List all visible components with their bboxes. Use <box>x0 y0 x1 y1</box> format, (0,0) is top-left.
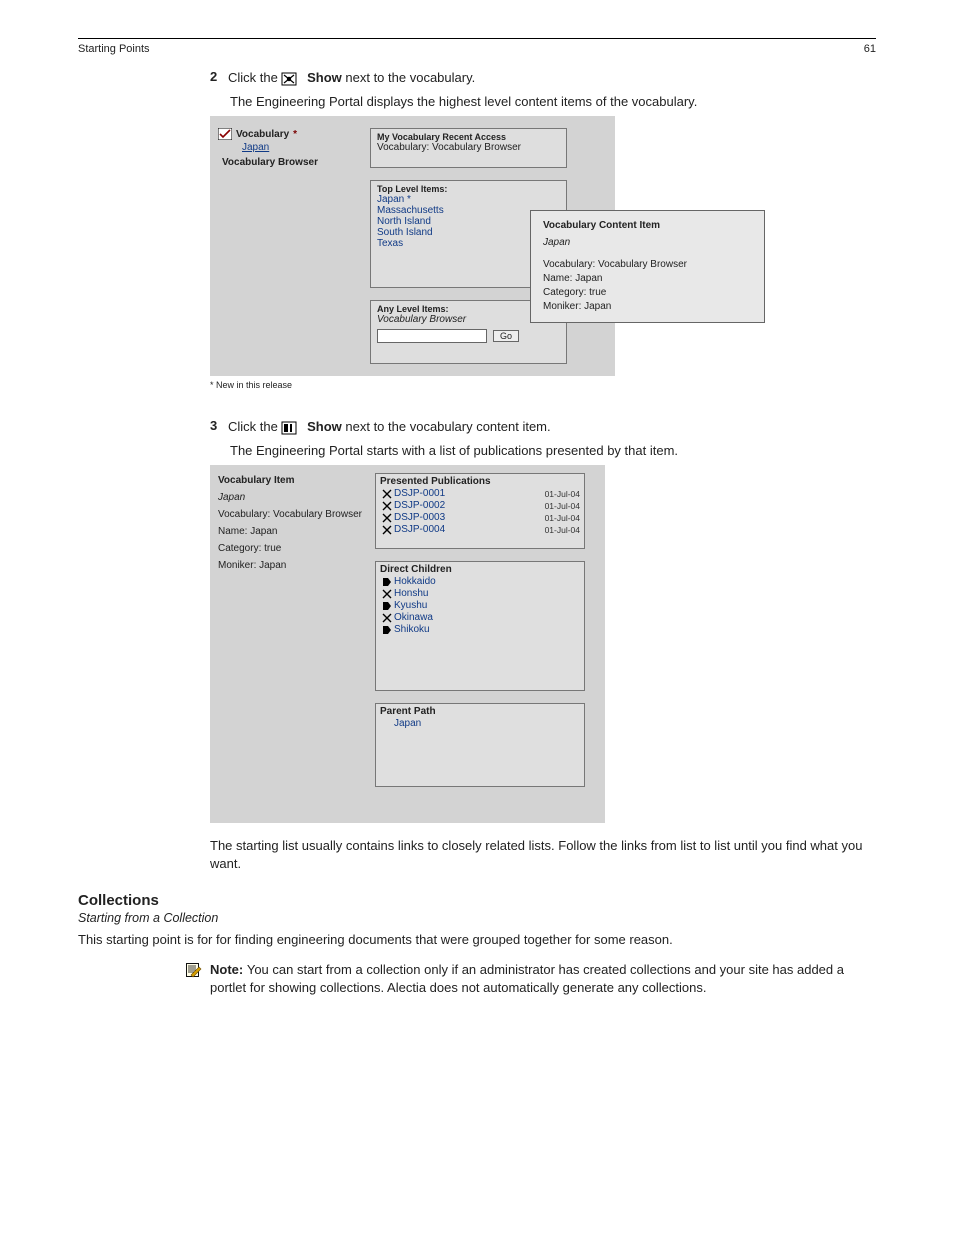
table-row[interactable]: DSJP-000401-Jul-04 <box>380 524 580 535</box>
panel-line: Vocabulary: Vocabulary Browser <box>377 142 560 153</box>
note-row: Note: You can start from a collection on… <box>78 961 876 997</box>
section-title: Collections <box>78 892 876 909</box>
popup-line: Category: true <box>543 286 752 300</box>
direct-children-portlet: Direct Children Hokkaido Honshu Kyushu O… <box>375 561 585 691</box>
list-item[interactable]: Japan <box>238 142 350 153</box>
table-row[interactable]: Shikoku <box>380 624 580 635</box>
fig2-left-line: Moniker: Japan <box>218 560 368 571</box>
popup-line: Vocabulary: Vocabulary Browser <box>543 258 752 272</box>
fig2-left-title: Vocabulary Item <box>218 475 295 486</box>
tag-icon <box>380 625 394 635</box>
table-row[interactable]: DSJP-000301-Jul-04 <box>380 512 580 523</box>
fig1-left-column: Vocabulary * Japan Vocabulary Browser <box>210 116 350 170</box>
show-word: Show <box>307 419 342 434</box>
step-number: 2 <box>210 69 228 84</box>
popup-line: Name: Japan <box>543 272 752 286</box>
fig2-left-line: Name: Japan <box>218 526 368 537</box>
show-icon <box>281 72 303 86</box>
japan-link[interactable]: Japan <box>242 142 269 153</box>
header-left: Starting Points <box>78 43 150 55</box>
note-text: Note: You can start from a collection on… <box>210 961 876 997</box>
go-button[interactable]: Go <box>493 330 519 342</box>
show-word: Show <box>307 70 342 85</box>
x-icon <box>380 489 394 499</box>
list-item: Vocabulary * <box>218 128 350 140</box>
header-row: Starting Points 61 <box>78 43 876 55</box>
portlet-header: Presented Publications <box>380 476 580 487</box>
vocabulary-label: Vocabulary <box>236 129 289 140</box>
note-label: Note: <box>210 962 247 977</box>
step-3: 3 Click the Show next to the vocabulary … <box>210 418 876 436</box>
x-icon <box>380 501 394 511</box>
fig2-left-line: Vocabulary: Vocabulary Browser <box>218 509 368 520</box>
step-text: Click the Show next to the vocabulary. <box>228 69 876 87</box>
header-rule <box>78 38 876 39</box>
header-right: 61 <box>864 43 876 55</box>
popup-subtitle: Japan <box>543 236 752 250</box>
recent-access-panel: My Vocabulary Recent Access Vocabulary: … <box>370 128 567 168</box>
figure-1-caption: * New in this release <box>210 380 876 390</box>
step-2-result: The Engineering Portal displays the high… <box>230 93 876 111</box>
parent-path-portlet: Parent Path Japan <box>375 703 585 787</box>
portlet-header: Parent Path <box>380 706 580 717</box>
tooltip-popup: Vocabulary Content Item Japan Vocabulary… <box>530 210 765 323</box>
table-row[interactable]: DSJP-000101-Jul-04 <box>380 488 580 499</box>
fig2-left-column: Vocabulary Item Japan Vocabulary: Vocabu… <box>218 475 368 571</box>
figure-2-canvas: Vocabulary Item Japan Vocabulary: Vocabu… <box>210 465 605 823</box>
step-number: 3 <box>210 418 228 433</box>
x-icon <box>380 525 394 535</box>
tag-icon <box>380 577 394 587</box>
search-input[interactable] <box>377 329 487 343</box>
item[interactable]: Japan * <box>377 194 560 205</box>
page: Starting Points 61 2 Click the Show next… <box>0 0 954 1057</box>
popup-line: Moniker: Japan <box>543 300 752 314</box>
table-row[interactable]: DSJP-000201-Jul-04 <box>380 500 580 511</box>
panel-header: My Vocabulary Recent Access <box>377 132 560 142</box>
x-icon <box>380 589 394 599</box>
section-subtitle: Starting from a Collection <box>78 911 876 925</box>
step-2: 2 Click the Show next to the vocabulary. <box>210 69 876 87</box>
note-icon <box>78 961 210 997</box>
x-icon <box>380 613 394 623</box>
x-icon <box>380 513 394 523</box>
table-row[interactable]: Kyushu <box>380 600 580 611</box>
after-figure-text: The starting list usually contains links… <box>210 837 876 873</box>
figure-1: Vocabulary * Japan Vocabulary Browser My… <box>210 116 876 376</box>
table-row[interactable]: Honshu <box>380 588 580 599</box>
step-3-result: The Engineering Portal starts with a lis… <box>230 442 876 460</box>
star-icon: * <box>293 129 297 140</box>
panel-header: Top Level Items: <box>377 184 560 194</box>
table-row[interactable]: Hokkaido <box>380 576 580 587</box>
fig2-left-name: Japan <box>218 492 368 503</box>
table-row[interactable]: Japan <box>380 718 580 729</box>
fig2-left-line: Category: true <box>218 543 368 554</box>
section-paragraph: This starting point is for for finding e… <box>78 931 876 949</box>
vocab-browser-label: Vocabulary Browser <box>222 157 318 168</box>
show-icon <box>281 421 303 435</box>
popup-title: Vocabulary Content Item <box>543 219 752 233</box>
portlet-header: Direct Children <box>380 564 580 575</box>
presented-publications-portlet: Presented Publications DSJP-000101-Jul-0… <box>375 473 585 549</box>
tag-icon <box>380 601 394 611</box>
table-row[interactable]: Okinawa <box>380 612 580 623</box>
step-text: Click the Show next to the vocabulary co… <box>228 418 876 436</box>
list-item: Vocabulary Browser <box>218 157 350 168</box>
figure-2: Vocabulary Item Japan Vocabulary: Vocabu… <box>210 465 876 823</box>
